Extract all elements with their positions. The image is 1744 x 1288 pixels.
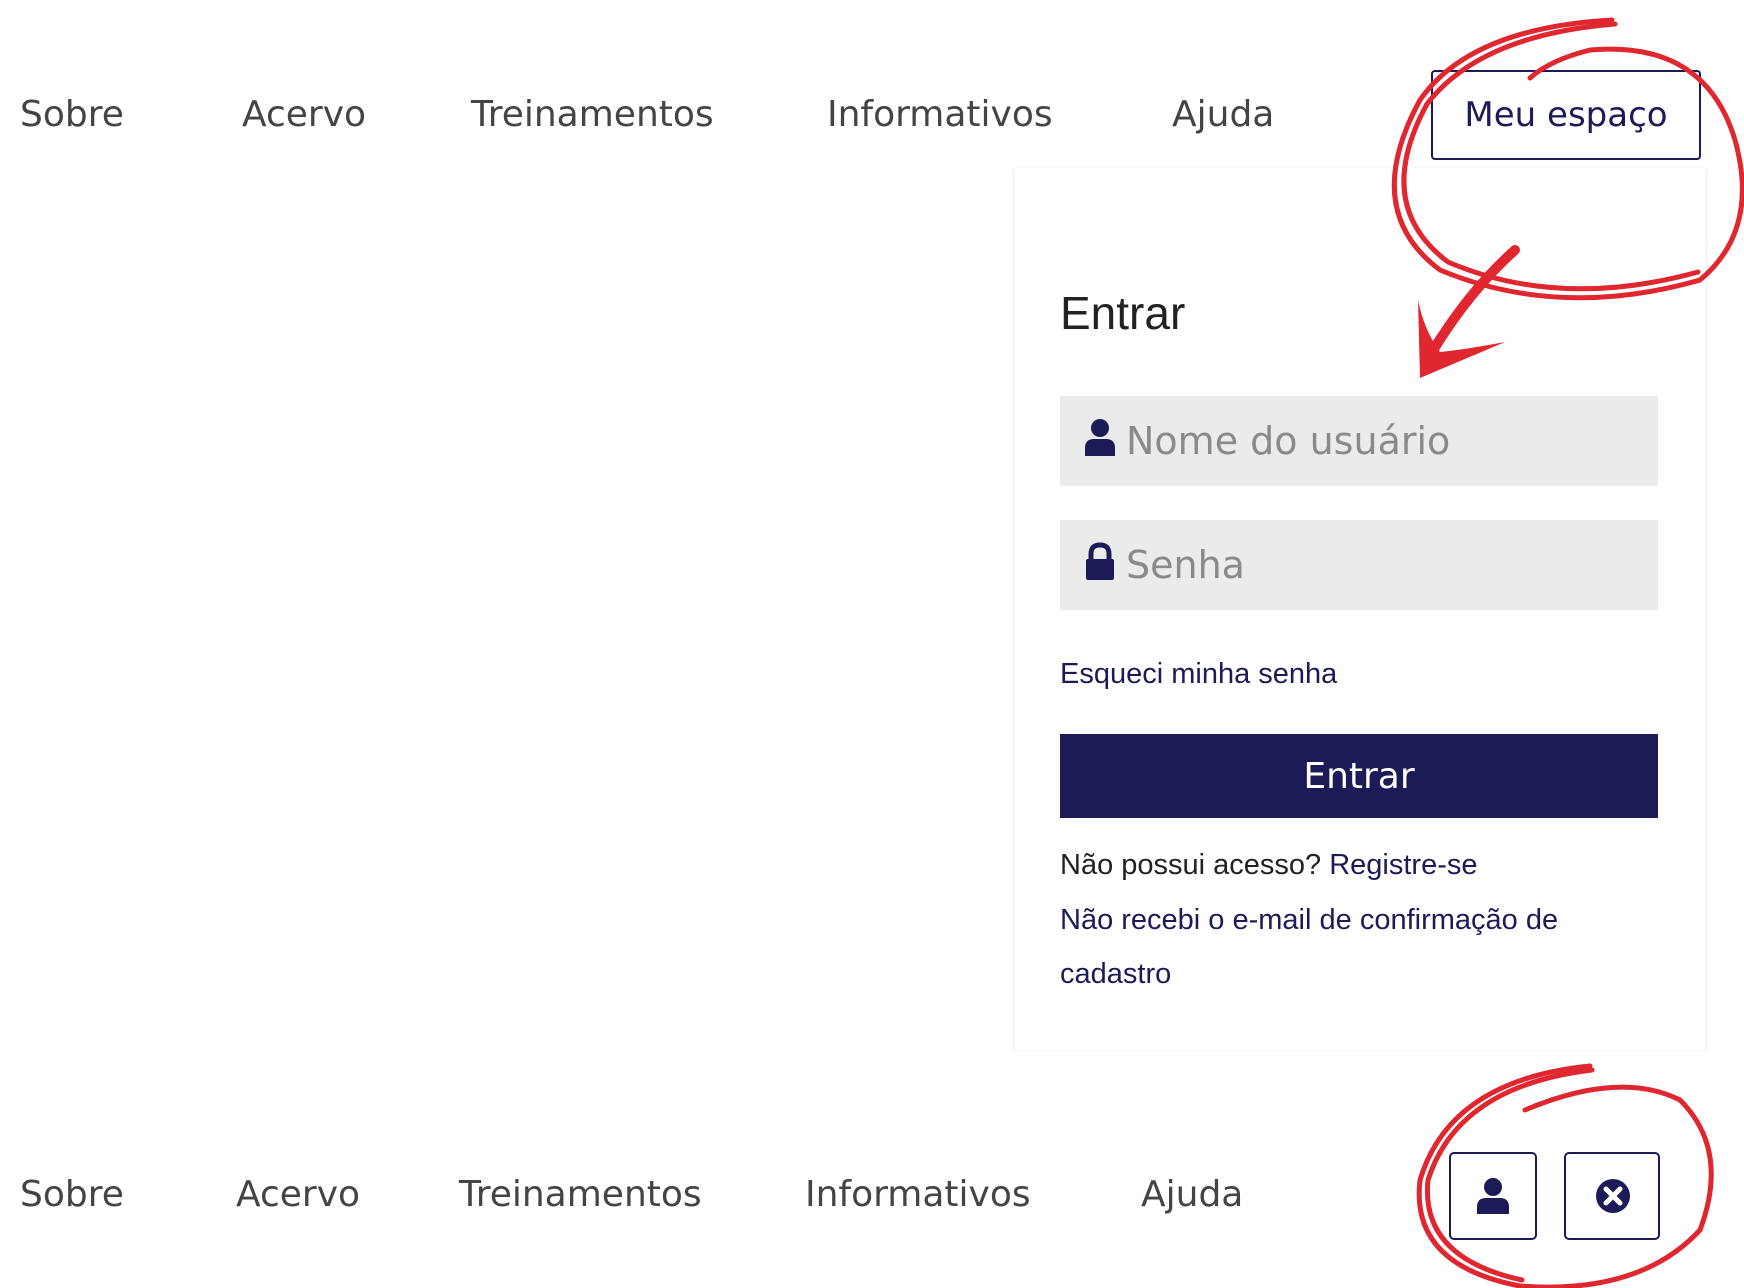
close-button[interactable] <box>1564 1152 1660 1240</box>
forgot-password-link[interactable]: Esqueci minha senha <box>1060 658 1337 691</box>
nav-item-sobre[interactable]: Sobre <box>20 60 124 170</box>
nav-item-acervo[interactable]: Acervo <box>242 60 366 170</box>
nav-item-treinamentos[interactable]: Treinamentos <box>471 60 714 170</box>
no-access-text: Não possui acesso? <box>1060 849 1322 881</box>
nav-item-ajuda[interactable]: Ajuda <box>1172 60 1274 170</box>
username-field[interactable] <box>1060 396 1658 486</box>
nav-item-sobre[interactable]: Sobre <box>20 1140 124 1250</box>
login-title: Entrar <box>1060 287 1186 339</box>
nav-item-acervo[interactable]: Acervo <box>236 1140 360 1250</box>
nav-item-informativos[interactable]: Informativos <box>805 1140 1031 1250</box>
login-submit-button[interactable]: Entrar <box>1060 734 1658 818</box>
meu-espaco-button[interactable]: Meu espaço <box>1431 70 1701 160</box>
bottom-navigation: Sobre Acervo Treinamentos Informativos A… <box>0 1140 1744 1250</box>
nav-item-ajuda[interactable]: Ajuda <box>1141 1140 1243 1250</box>
top-navigation: Sobre Acervo Treinamentos Informativos A… <box>0 60 1744 170</box>
username-input[interactable] <box>1126 396 1646 486</box>
password-input[interactable] <box>1126 520 1646 610</box>
register-line: Não possui acesso? Registre-se <box>1060 838 1660 892</box>
user-icon <box>1082 418 1118 458</box>
resend-confirmation-link[interactable]: Não recebi o e-mail de confirmação de ca… <box>1060 904 1558 990</box>
nav-item-informativos[interactable]: Informativos <box>827 60 1053 170</box>
close-circle-icon <box>1596 1179 1630 1213</box>
lock-icon <box>1082 542 1118 582</box>
resend-confirmation-line: Não recebi o e-mail de confirmação de ca… <box>1060 893 1660 1001</box>
user-icon <box>1477 1178 1509 1214</box>
password-field[interactable] <box>1060 520 1658 610</box>
nav-item-treinamentos[interactable]: Treinamentos <box>459 1140 702 1250</box>
register-link[interactable]: Registre-se <box>1329 849 1477 881</box>
login-panel: Entrar Esqueci minha senha Entrar Não po… <box>1015 168 1705 1050</box>
user-button[interactable] <box>1449 1152 1537 1240</box>
